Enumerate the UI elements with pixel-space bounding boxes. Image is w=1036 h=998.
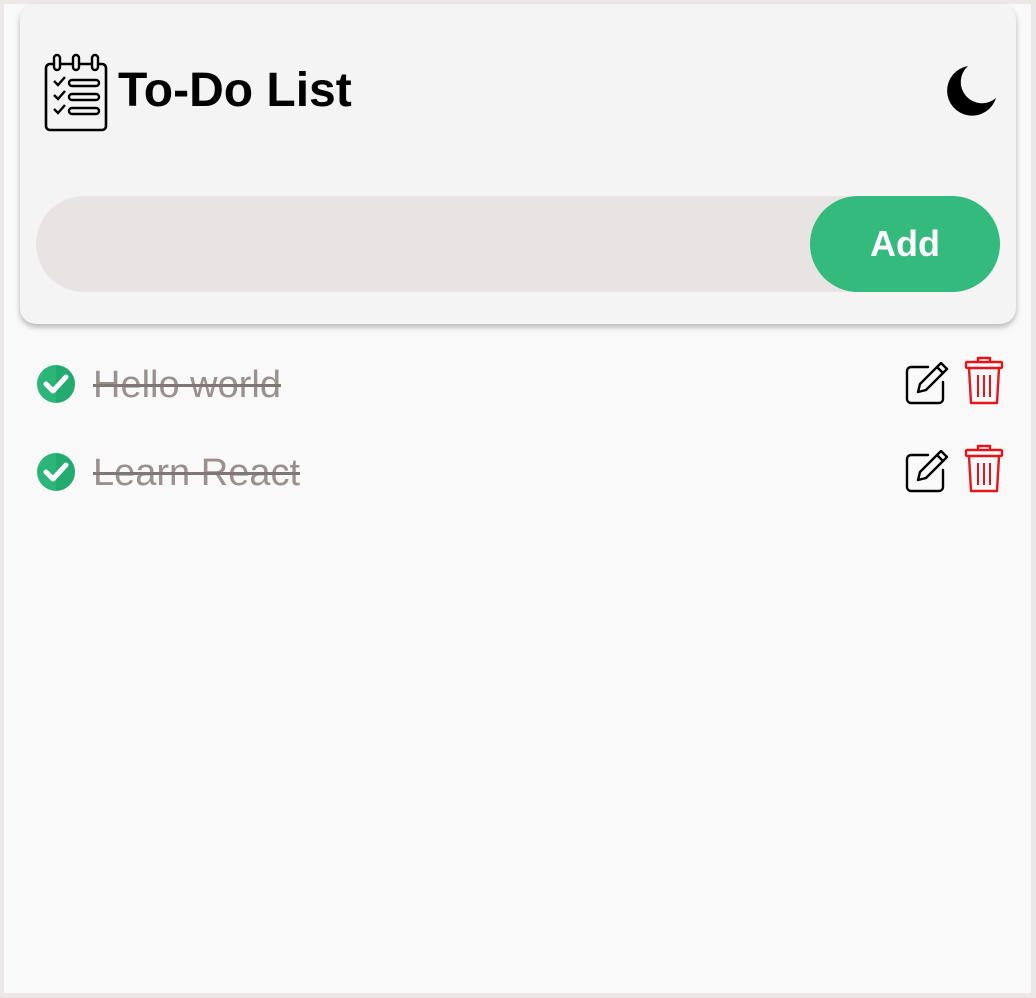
add-button[interactable]: Add xyxy=(810,196,1000,292)
checklist-notepad-icon xyxy=(44,53,108,132)
edit-icon[interactable] xyxy=(904,360,950,406)
moon-icon[interactable] xyxy=(940,62,998,120)
edit-icon[interactable] xyxy=(904,448,950,494)
task-label: Hello world xyxy=(93,364,281,406)
check-circle-icon[interactable] xyxy=(36,364,76,404)
trash-icon[interactable] xyxy=(964,356,1004,406)
check-circle-icon[interactable] xyxy=(36,452,76,492)
trash-icon[interactable] xyxy=(964,444,1004,494)
list-item: Learn React xyxy=(36,444,1004,498)
list-item: Hello world xyxy=(36,356,1004,410)
task-input[interactable] xyxy=(36,196,812,292)
add-task-form: Add xyxy=(36,196,1000,292)
task-label: Learn React xyxy=(93,452,301,494)
page-title: To-Do List xyxy=(118,64,352,117)
